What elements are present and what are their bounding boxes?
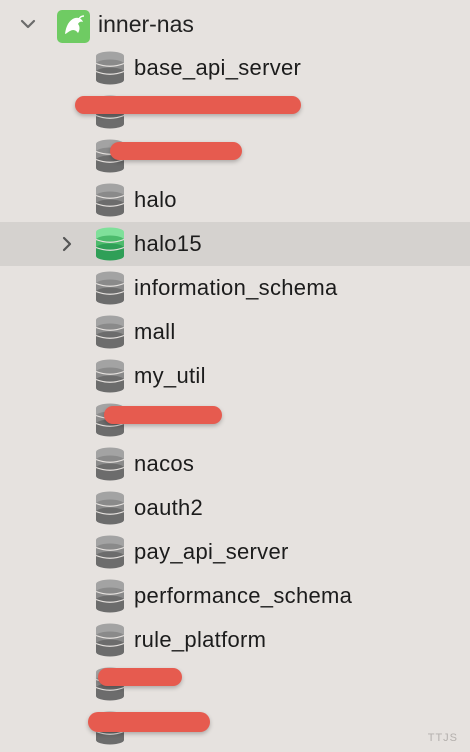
mysql-dolphin-icon: [57, 10, 90, 43]
database-name: rule_platform: [134, 627, 267, 652]
database-icon: [94, 446, 126, 482]
database-name: halo: [134, 187, 177, 212]
database-icon: [94, 226, 126, 262]
database-name: base_api_server: [134, 55, 302, 80]
connection-row[interactable]: inner-nas: [0, 2, 470, 46]
database-row[interactable]: base_api_server: [0, 46, 470, 90]
database-row[interactable]: rule_platform: [0, 618, 470, 662]
database-icon: [94, 182, 126, 218]
chevron-down-icon[interactable]: [18, 14, 38, 34]
database-icon: [94, 490, 126, 526]
database-row[interactable]: [0, 90, 470, 134]
database-row[interactable]: [0, 134, 470, 178]
database-row[interactable]: pay_api_server: [0, 530, 470, 574]
database-row[interactable]: halo: [0, 178, 470, 222]
database-row[interactable]: oauth2: [0, 486, 470, 530]
database-icon: [94, 622, 126, 658]
database-row[interactable]: performance_schema: [0, 574, 470, 618]
database-row[interactable]: my_util: [0, 354, 470, 398]
redaction-mark: [75, 96, 301, 114]
watermark: TTJS: [427, 732, 458, 744]
redaction-mark: [104, 406, 222, 424]
connection-name: inner-nas: [98, 11, 194, 37]
database-icon: [94, 534, 126, 570]
database-row[interactable]: [0, 662, 470, 706]
database-icon: [94, 314, 126, 350]
database-name: performance_schema: [134, 583, 353, 608]
database-name: pay_api_server: [134, 539, 289, 564]
database-row[interactable]: information_schema: [0, 266, 470, 310]
database-row[interactable]: [0, 706, 470, 750]
database-row[interactable]: nacos: [0, 442, 470, 486]
redaction-mark: [98, 668, 182, 686]
redaction-mark: [88, 712, 210, 732]
redaction-mark: [110, 142, 242, 160]
database-icon: [94, 358, 126, 394]
database-name: nacos: [134, 451, 195, 476]
database-name: mall: [134, 319, 176, 344]
database-icon: [94, 50, 126, 86]
database-name: halo15: [134, 231, 202, 256]
database-row[interactable]: mall: [0, 310, 470, 354]
database-icon: [94, 270, 126, 306]
database-name: my_util: [134, 363, 206, 388]
database-icon: [94, 578, 126, 614]
chevron-right-icon[interactable]: [58, 234, 76, 254]
database-row[interactable]: [0, 398, 470, 442]
database-row[interactable]: halo15: [0, 222, 470, 266]
database-name: oauth2: [134, 495, 204, 520]
database-name: information_schema: [134, 275, 338, 300]
